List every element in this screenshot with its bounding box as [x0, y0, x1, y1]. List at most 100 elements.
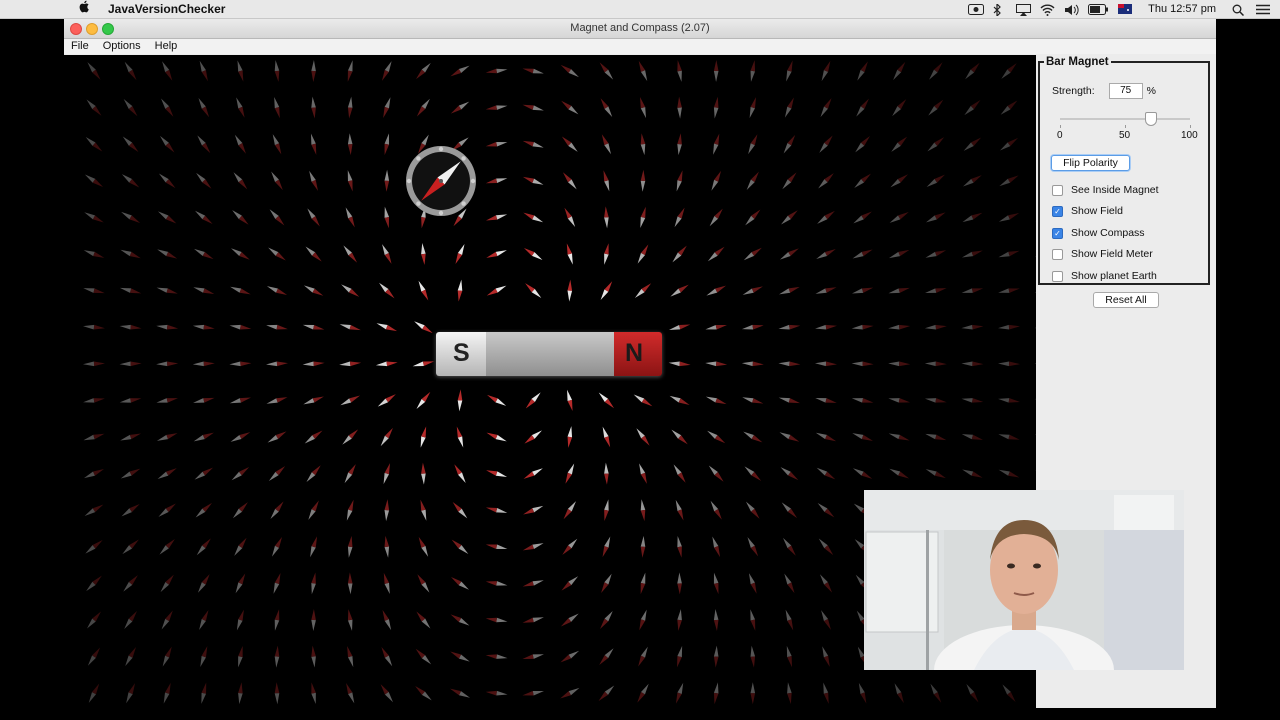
- field-arrow-icon: [675, 682, 684, 704]
- search-icon[interactable]: [1232, 4, 1246, 16]
- field-arrow-icon: [266, 397, 288, 404]
- field-arrow-icon: [855, 136, 870, 153]
- field-arrow-icon: [778, 324, 801, 330]
- field-arrow-icon: [562, 172, 577, 190]
- field-arrow-icon: [640, 133, 646, 156]
- show-field-meter-row[interactable]: Show Field Meter: [1052, 248, 1153, 260]
- field-arrow-icon: [639, 463, 647, 484]
- field-arrow-icon: [999, 137, 1019, 151]
- field-arrow-icon: [303, 285, 324, 296]
- field-arrow-icon: [274, 645, 280, 668]
- field-arrow-icon: [787, 682, 792, 705]
- strength-slider-track[interactable]: [1060, 118, 1190, 120]
- field-arrow-icon: [522, 654, 544, 660]
- field-arrow-icon: [341, 284, 360, 297]
- field-arrow-icon: [888, 361, 911, 367]
- field-arrow-icon: [272, 134, 282, 155]
- field-arrow-icon: [417, 574, 430, 593]
- field-arrow-icon: [199, 60, 208, 82]
- menu-file[interactable]: File: [64, 39, 96, 54]
- field-arrow-icon: [566, 243, 573, 265]
- volume-icon[interactable]: [1064, 4, 1079, 15]
- slider-tick-label-50: 50: [1119, 130, 1131, 141]
- system-menu-bar: JavaVersionChecker Thu 12:57 pm: [0, 0, 1280, 19]
- field-arrow-icon: [156, 398, 178, 403]
- field-arrow-icon: [306, 465, 321, 482]
- field-arrow-icon: [815, 287, 837, 294]
- field-arrow-icon: [565, 463, 575, 484]
- field-arrow-icon: [229, 397, 252, 404]
- minimize-button[interactable]: [86, 23, 98, 35]
- field-arrow-icon: [888, 324, 911, 330]
- field-arrow-icon: [560, 613, 579, 627]
- field-arrow-icon: [163, 682, 171, 704]
- field-arrow-icon: [450, 651, 470, 662]
- field-arrow-icon: [889, 468, 910, 479]
- field-arrow-icon: [487, 394, 507, 406]
- menu-options[interactable]: Options: [96, 39, 148, 54]
- zoom-button[interactable]: [102, 23, 114, 35]
- field-arrow-icon: [1001, 63, 1017, 79]
- field-arrow-icon: [412, 361, 435, 367]
- app-name[interactable]: JavaVersionChecker: [108, 2, 225, 16]
- menu-help[interactable]: Help: [148, 39, 185, 54]
- field-arrow-icon: [382, 244, 392, 264]
- field-arrow-icon: [925, 469, 946, 479]
- screen-record-icon[interactable]: [968, 3, 985, 15]
- field-arrow-icon: [819, 135, 833, 153]
- field-arrow-icon: [637, 683, 649, 703]
- show-planet-earth-checkbox[interactable]: [1052, 270, 1063, 282]
- field-arrow-icon: [126, 683, 136, 704]
- field-arrow-icon: [998, 398, 1020, 403]
- field-arrow-icon: [633, 394, 653, 407]
- wifi-icon[interactable]: [1040, 4, 1055, 16]
- field-arrow-icon: [311, 609, 316, 631]
- strength-input[interactable]: 75: [1108, 83, 1143, 99]
- field-arrow-icon: [857, 61, 868, 81]
- field-arrow-icon: [712, 536, 721, 558]
- show-planet-earth-row[interactable]: Show planet Earth: [1052, 270, 1157, 282]
- field-arrow-icon: [522, 104, 544, 111]
- bar-magnet[interactable]: S N: [436, 332, 662, 376]
- strength-slider-thumb[interactable]: [1145, 112, 1157, 126]
- field-arrow-icon: [452, 501, 468, 519]
- close-button[interactable]: [70, 23, 82, 35]
- field-arrow-icon: [457, 389, 463, 412]
- show-compass-row[interactable]: ✓ Show Compass: [1052, 227, 1145, 239]
- field-arrow-icon: [856, 98, 869, 117]
- field-arrow-icon: [852, 468, 873, 479]
- field-arrow-icon: [779, 432, 800, 442]
- field-arrow-icon: [781, 502, 798, 519]
- compass-icon[interactable]: [405, 145, 477, 217]
- apple-icon[interactable]: [78, 0, 94, 18]
- battery-icon[interactable]: [1088, 3, 1109, 15]
- see-inside-magnet-row[interactable]: See Inside Magnet: [1052, 184, 1159, 196]
- field-arrow-icon: [713, 96, 719, 119]
- field-arrow-icon: [268, 466, 286, 482]
- field-arrow-icon: [347, 170, 353, 192]
- field-arrow-icon: [457, 279, 463, 302]
- field-arrow-icon: [158, 503, 176, 517]
- flip-polarity-button[interactable]: Flip Polarity: [1051, 155, 1130, 171]
- bluetooth-icon[interactable]: [992, 2, 1006, 17]
- field-arrow-icon: [1000, 100, 1018, 115]
- field-arrow-icon: [455, 243, 465, 265]
- bar-magnet-panel: Bar Magnet Strength: 75 % 0 50 100 Flip …: [1038, 56, 1210, 285]
- see-inside-magnet-checkbox[interactable]: [1052, 184, 1063, 196]
- field-arrow-icon: [346, 682, 355, 704]
- show-field-checkbox[interactable]: ✓: [1052, 205, 1063, 217]
- list-icon[interactable]: [1256, 4, 1270, 15]
- clock[interactable]: Thu 12:57 pm: [1148, 3, 1216, 15]
- airplay-icon[interactable]: [1016, 3, 1032, 16]
- field-arrow-icon: [750, 609, 756, 631]
- window-titlebar[interactable]: Magnet and Compass (2.07): [64, 19, 1216, 39]
- show-compass-checkbox[interactable]: ✓: [1052, 227, 1063, 239]
- show-field-meter-checkbox[interactable]: [1052, 248, 1063, 260]
- field-arrow-icon: [598, 392, 615, 409]
- reset-all-button[interactable]: Reset All: [1093, 292, 1159, 308]
- show-field-row[interactable]: ✓ Show Field: [1052, 205, 1123, 217]
- field-arrow-icon: [237, 60, 244, 82]
- field-arrow-icon: [450, 614, 470, 626]
- strength-label: Strength:: [1052, 85, 1095, 97]
- flag-icon[interactable]: [1118, 3, 1133, 15]
